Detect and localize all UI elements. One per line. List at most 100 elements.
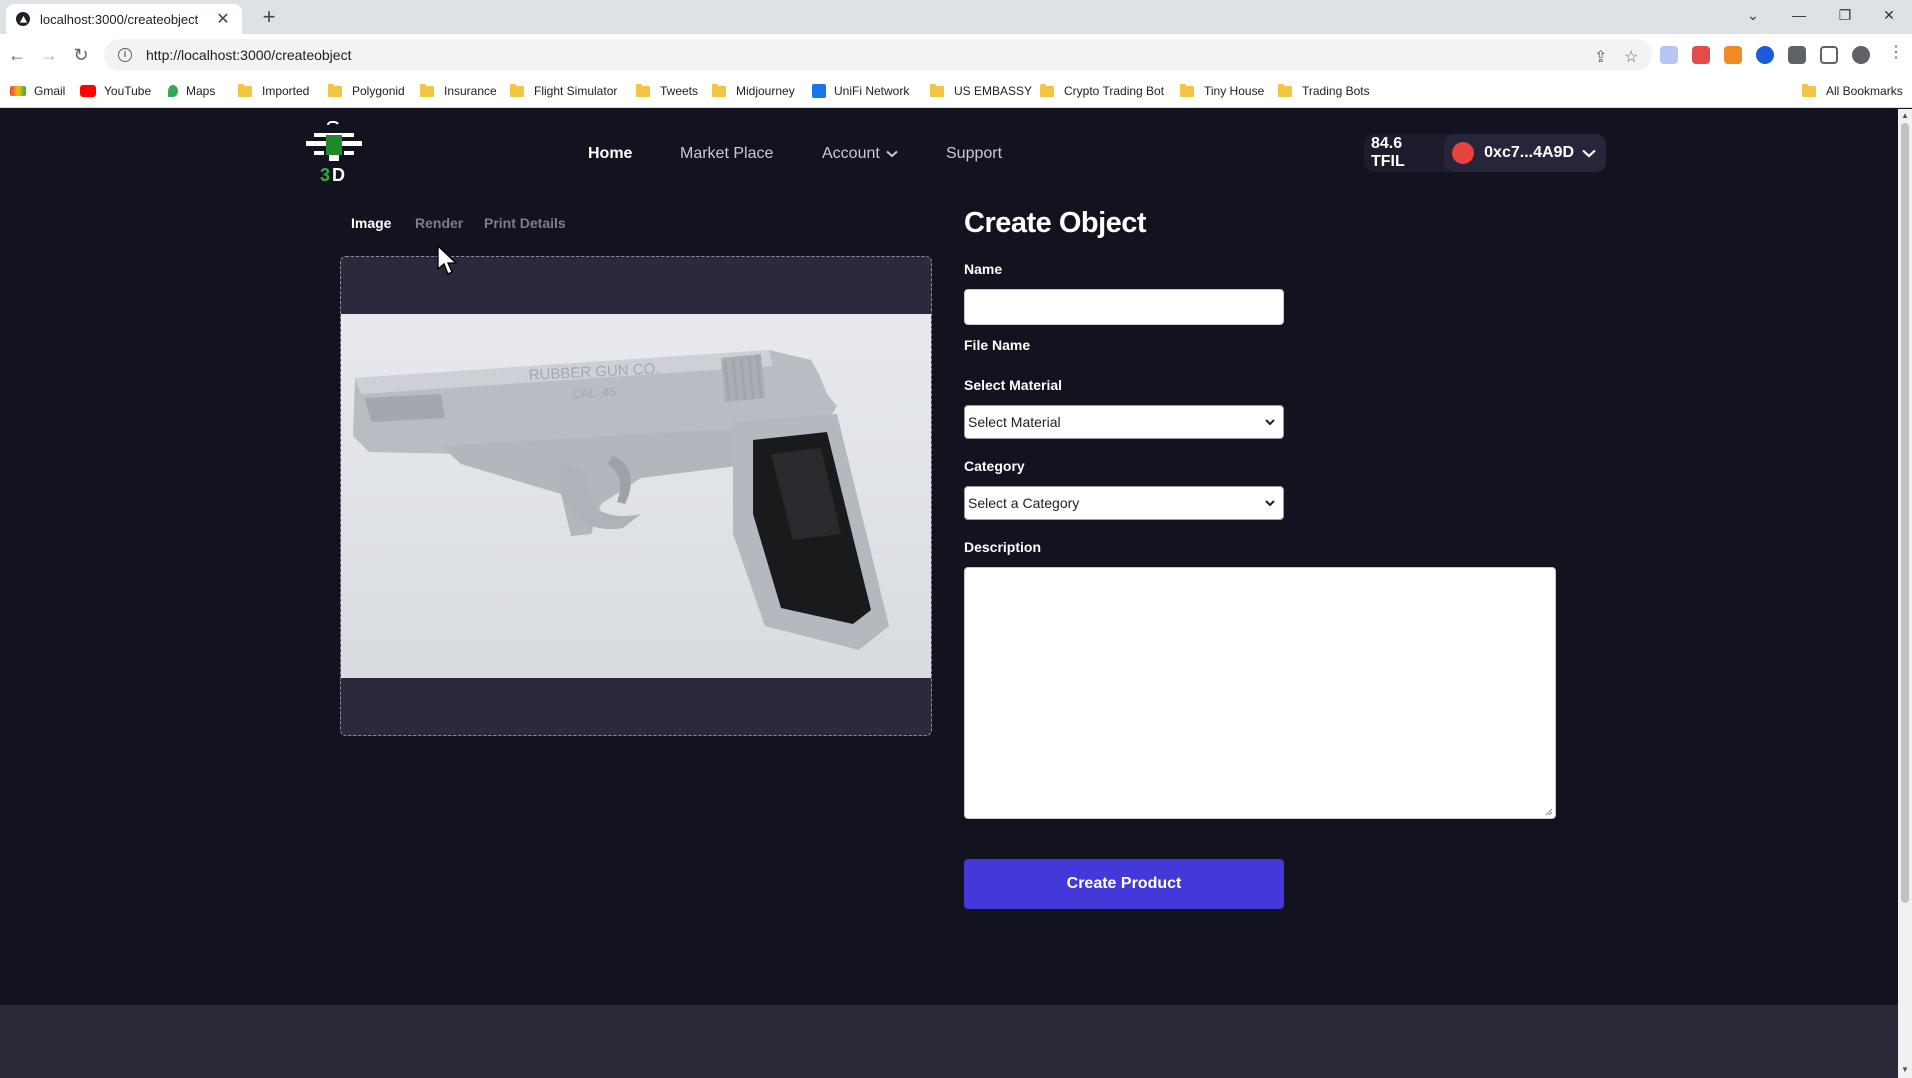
material-select-value: Select Material <box>968 414 1061 430</box>
bookmark-crypto-trading-bot[interactable]: Crypto Trading Bot <box>1040 83 1165 98</box>
bookmark-label: Insurance <box>444 84 497 98</box>
minimize-icon[interactable]: — <box>1776 0 1822 30</box>
image-upload-dropzone[interactable]: RUBBER GUN CO. CAL .45 <box>340 256 932 736</box>
chevron-down-icon <box>1265 500 1275 507</box>
page-scrollbar[interactable]: ▲ ▼ <box>1898 109 1912 1078</box>
folder-icon <box>328 83 342 97</box>
menu-kebab-icon[interactable]: ⋮ <box>1888 42 1904 62</box>
maps-pin-icon <box>168 85 178 97</box>
wallet-widget[interactable]: 84.6 TFIL 0xc7...4A9D <box>1364 134 1606 172</box>
forward-icon[interactable]: → <box>36 42 62 68</box>
bookmark-label: YouTube <box>104 84 152 98</box>
gmail-icon <box>10 86 26 96</box>
wallet-account-button[interactable]: 0xc7...4A9D <box>1444 134 1606 172</box>
bookmark-label: Trading Bots <box>1302 84 1370 98</box>
bookmark-youtube[interactable]: YouTube <box>80 84 151 98</box>
unifi-icon <box>812 84 826 98</box>
folder-icon <box>1180 83 1194 97</box>
restore-icon[interactable]: ❐ <box>1822 0 1868 30</box>
share-icon[interactable]: ⇪ <box>1594 47 1607 67</box>
bookmark-label: Imported <box>262 84 310 98</box>
token-balance: 84.6 TFIL <box>1371 135 1405 170</box>
extensions-puzzle-icon[interactable] <box>1788 46 1806 64</box>
folder-icon <box>1040 83 1054 97</box>
bookmark-midjourney[interactable]: Midjourney <box>712 83 795 98</box>
scroll-up-icon[interactable]: ▲ <box>1901 111 1909 120</box>
bookmark-maps[interactable]: Maps <box>168 84 215 98</box>
wallet-avatar-icon <box>1452 142 1475 164</box>
side-panel-icon[interactable] <box>1820 46 1838 64</box>
bookmark-imported[interactable]: Imported <box>238 83 310 98</box>
bookmark-star-icon[interactable]: ☆ <box>1624 47 1638 67</box>
page-content: 3 D Home Market Place Account Support 84… <box>0 109 1898 1078</box>
address-bar[interactable]: i http://localhost:3000/createobject ⇪ ☆ <box>104 39 1652 71</box>
nav-support[interactable]: Support <box>946 145 1002 163</box>
scroll-down-icon[interactable]: ▼ <box>1901 1065 1909 1074</box>
bookmark-tweets[interactable]: Tweets <box>636 83 699 98</box>
site-info-icon[interactable]: i <box>118 48 132 62</box>
nav-home[interactable]: Home <box>588 145 632 163</box>
nav-marketplace[interactable]: Market Place <box>680 145 773 163</box>
mouse-cursor-icon <box>437 245 457 275</box>
logo-3d-printer-icon[interactable]: 3 D <box>306 121 362 183</box>
bookmark-flight-simulator[interactable]: Flight Simulator <box>510 83 618 98</box>
tab-image[interactable]: Image <box>351 215 391 231</box>
material-select[interactable]: Select Material <box>964 405 1284 439</box>
bookmark-all-bookmarks[interactable]: All Bookmarks <box>1802 83 1903 98</box>
bookmark-label: Tiny House <box>1204 84 1265 98</box>
bookmark-us-embassy[interactable]: US EMBASSY <box>930 83 1033 98</box>
chevron-down-icon <box>1265 419 1275 426</box>
folder-icon <box>510 83 524 97</box>
bookmark-unifi[interactable]: UniFi Network <box>812 84 909 98</box>
folder-icon <box>636 83 650 97</box>
favicon-icon <box>16 12 30 26</box>
bookmark-label: Midjourney <box>736 84 795 98</box>
bookmark-gmail[interactable]: Gmail <box>10 84 65 98</box>
reload-icon[interactable]: ↻ <box>68 42 94 68</box>
svg-text:3: 3 <box>320 165 330 183</box>
svg-text:CAL .45: CAL .45 <box>572 385 616 401</box>
close-tab-icon[interactable]: ✕ <box>214 9 232 29</box>
metamask-icon[interactable] <box>1724 46 1742 64</box>
category-select[interactable]: Select a Category <box>964 486 1284 520</box>
nav-account[interactable]: Account <box>822 145 898 163</box>
tab-render[interactable]: Render <box>415 215 463 231</box>
bookmark-label: Tweets <box>660 84 699 98</box>
chevron-down-icon <box>886 150 898 158</box>
bookmark-label: UniFi Network <box>834 84 910 98</box>
tab-search-icon[interactable]: ⌄ <box>1730 0 1776 30</box>
create-product-button[interactable]: Create Product <box>964 859 1284 909</box>
name-input[interactable] <box>964 289 1284 325</box>
bookmark-polygonid[interactable]: Polygonid <box>328 83 405 98</box>
bookmark-label: Flight Simulator <box>534 84 618 98</box>
bookmark-label: Gmail <box>34 84 66 98</box>
folder-icon <box>1278 83 1292 97</box>
close-window-icon[interactable]: ✕ <box>1866 0 1912 30</box>
folder-icon <box>1802 83 1816 97</box>
bookmark-label: Polygonid <box>352 84 405 98</box>
pistol-image: RUBBER GUN CO. CAL .45 <box>353 350 889 650</box>
profile-icon[interactable] <box>1852 46 1870 64</box>
bookmark-label: US EMBASSY <box>954 84 1033 98</box>
extension-1-icon[interactable] <box>1660 46 1678 64</box>
extension-4-icon[interactable] <box>1756 46 1774 64</box>
svg-text:D: D <box>332 165 345 183</box>
material-label: Select Material <box>964 377 1063 393</box>
extension-2-icon[interactable] <box>1692 46 1710 64</box>
browser-tab[interactable]: localhost:3000/createobject ✕ <box>6 4 242 34</box>
description-label: Description <box>964 539 1042 555</box>
description-textarea[interactable] <box>964 567 1556 819</box>
back-icon[interactable]: ← <box>4 42 30 68</box>
resize-grip-icon[interactable] <box>1545 808 1553 816</box>
new-tab-icon[interactable]: + <box>256 4 282 30</box>
scroll-thumb[interactable] <box>1901 123 1909 903</box>
product-photo: RUBBER GUN CO. CAL .45 <box>341 314 931 678</box>
page-title: Create Object <box>964 207 1147 239</box>
bookmark-label: Crypto Trading Bot <box>1064 84 1165 98</box>
bookmark-tiny-house[interactable]: Tiny House <box>1180 83 1265 98</box>
bookmark-trading-bots[interactable]: Trading Bots <box>1278 83 1370 98</box>
bookmark-insurance[interactable]: Insurance <box>420 83 497 98</box>
bookmark-label: Maps <box>186 84 216 98</box>
tab-print-details[interactable]: Print Details <box>484 215 566 231</box>
bookmark-label: All Bookmarks <box>1826 84 1903 98</box>
